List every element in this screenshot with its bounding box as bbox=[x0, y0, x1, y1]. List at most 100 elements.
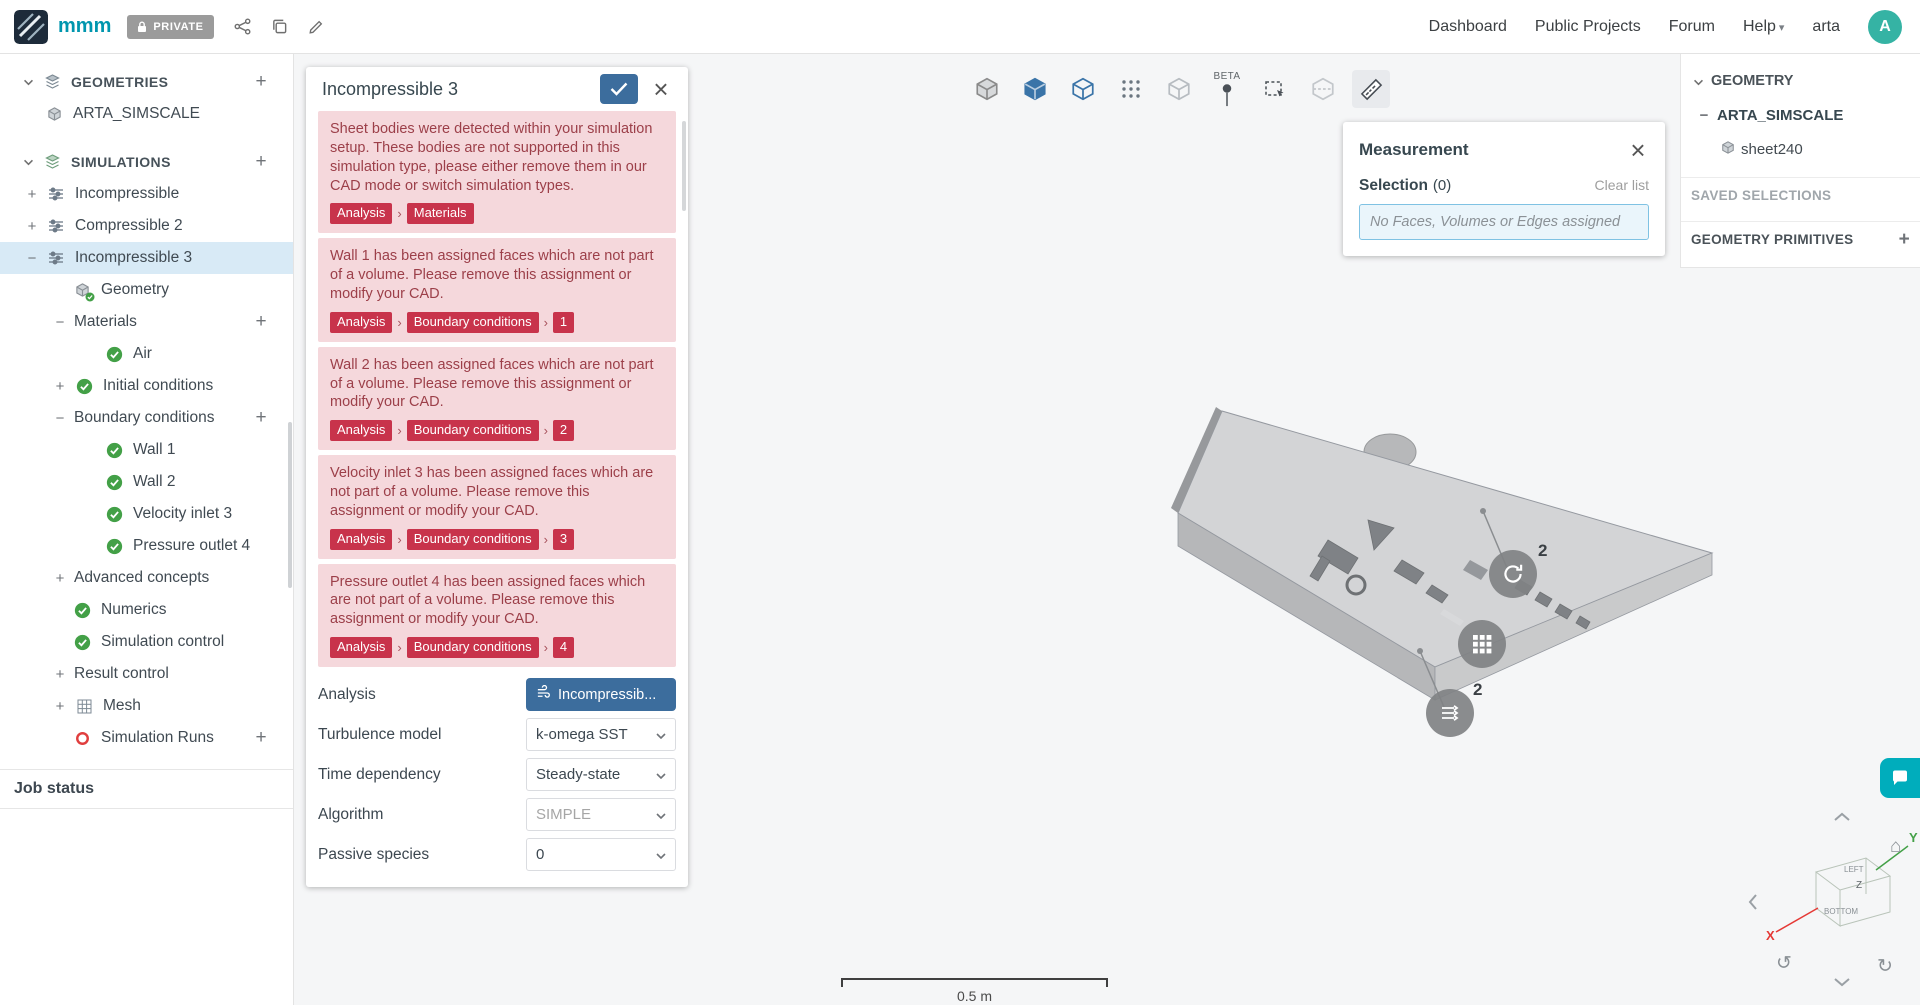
job-status-section[interactable]: Job status bbox=[0, 769, 293, 809]
add-button[interactable]: + bbox=[251, 407, 271, 429]
rotate-ccw-icon[interactable]: ↺ bbox=[1776, 952, 1792, 975]
tree-item-numerics[interactable]: Numerics bbox=[0, 594, 293, 626]
tree-item-simulation-control[interactable]: Simulation control bbox=[0, 626, 293, 658]
tree-item-geometry[interactable]: Geometry bbox=[0, 274, 293, 306]
error-location-badge[interactable]: Analysis bbox=[330, 203, 393, 225]
chat-launcher[interactable] bbox=[1880, 758, 1920, 798]
annotation-badge-flow[interactable] bbox=[1426, 689, 1474, 737]
mesh-points-icon[interactable] bbox=[1112, 70, 1150, 108]
tree-item-pressure-outlet-4[interactable]: Pressure outlet 4 bbox=[0, 530, 293, 562]
tree-item-simulations[interactable]: SIMULATIONS + bbox=[0, 146, 293, 178]
scene-item-sheet[interactable]: sheet240 bbox=[1681, 132, 1920, 166]
view-up-chevron[interactable] bbox=[1833, 812, 1851, 822]
algorithm-select[interactable]: SIMPLE bbox=[526, 798, 676, 832]
tree-item-incompressible[interactable]: + Incompressible bbox=[0, 178, 293, 210]
nav-dashboard[interactable]: Dashboard bbox=[1429, 18, 1507, 36]
share-icon[interactable] bbox=[234, 18, 251, 35]
expand-icon[interactable]: + bbox=[24, 187, 40, 202]
collapse-icon[interactable]: − bbox=[24, 251, 40, 266]
add-button[interactable]: + bbox=[251, 151, 271, 173]
turbulence-model-select[interactable]: k-omega SST bbox=[526, 718, 676, 752]
collapse-icon[interactable]: − bbox=[52, 315, 68, 330]
tree-item-boundary-conditions[interactable]: − Boundary conditions + bbox=[0, 402, 293, 434]
error-location-badge[interactable]: 3 bbox=[552, 528, 575, 550]
expand-icon[interactable]: + bbox=[52, 667, 68, 682]
error-location-badge[interactable]: Analysis bbox=[330, 311, 393, 333]
isometric-view-icon[interactable] bbox=[968, 70, 1006, 108]
tree-item-compressible-2[interactable]: + Compressible 2 bbox=[0, 210, 293, 242]
view-down-chevron[interactable] bbox=[1833, 977, 1851, 987]
app-logo-icon[interactable] bbox=[14, 9, 48, 44]
error-location-badge[interactable]: Boundary conditions bbox=[406, 311, 539, 333]
tree-item-air[interactable]: Air bbox=[0, 338, 293, 370]
clear-list-button[interactable]: Clear list bbox=[1595, 177, 1649, 193]
scene-item-geometry[interactable]: − ARTA_SIMSCALE bbox=[1681, 98, 1920, 132]
apply-button[interactable] bbox=[600, 74, 638, 104]
avatar[interactable]: A bbox=[1868, 9, 1902, 44]
geometry-section-header[interactable]: GEOMETRY bbox=[1681, 64, 1920, 98]
tree-item-mesh[interactable]: + Mesh bbox=[0, 690, 293, 722]
privacy-badge[interactable]: PRIVATE bbox=[127, 14, 214, 39]
transparent-view-icon[interactable] bbox=[1160, 70, 1198, 108]
expand-icon[interactable]: + bbox=[52, 699, 68, 714]
slab-top-face[interactable] bbox=[1177, 410, 1714, 668]
tree-item-materials[interactable]: − Materials + bbox=[0, 306, 293, 338]
chevron-down-icon[interactable] bbox=[20, 159, 36, 166]
selection-input[interactable]: No Faces, Volumes or Edges assigned bbox=[1359, 204, 1649, 240]
error-location-badge[interactable]: Analysis bbox=[330, 420, 393, 442]
tree-item-incompressible-3[interactable]: − Incompressible 3 bbox=[0, 242, 293, 274]
error-location-badge[interactable]: Boundary conditions bbox=[406, 420, 539, 442]
rename-pencil-icon[interactable] bbox=[308, 19, 324, 35]
nav-help[interactable]: Help ▾ bbox=[1743, 18, 1784, 36]
error-location-badge[interactable]: Boundary conditions bbox=[406, 637, 539, 658]
box-select-icon[interactable] bbox=[1256, 70, 1294, 108]
tree-item-wall-2[interactable]: Wall 2 bbox=[0, 466, 293, 498]
nav-public-projects[interactable]: Public Projects bbox=[1535, 18, 1641, 36]
tree-item-velocity-inlet-3[interactable]: Velocity inlet 3 bbox=[0, 498, 293, 530]
time-dependency-select[interactable]: Steady-state bbox=[526, 758, 676, 792]
tree-item-simulation-runs[interactable]: Simulation Runs + bbox=[0, 722, 293, 754]
collapse-icon[interactable]: − bbox=[1697, 107, 1711, 124]
add-button[interactable]: + bbox=[251, 311, 271, 333]
scrollbar-thumb[interactable] bbox=[288, 422, 292, 588]
expand-icon[interactable]: + bbox=[24, 219, 40, 234]
add-primitive-button[interactable]: + bbox=[1899, 229, 1910, 251]
collapse-icon[interactable]: − bbox=[52, 411, 68, 426]
error-location-badge[interactable]: Analysis bbox=[330, 528, 393, 550]
rotate-cw-icon[interactable]: ↻ bbox=[1877, 955, 1893, 978]
add-button[interactable]: + bbox=[251, 71, 271, 93]
analysis-type-button[interactable]: Incompressib... bbox=[526, 678, 676, 712]
scrollbar-thumb[interactable] bbox=[682, 121, 686, 211]
tree-item-initial-conditions[interactable]: + Initial conditions bbox=[0, 370, 293, 402]
tree-item-advanced-concepts[interactable]: + Advanced concepts bbox=[0, 562, 293, 594]
copy-icon[interactable] bbox=[271, 18, 288, 35]
tree-item-arta-simscale[interactable]: ARTA_SIMSCALE bbox=[0, 98, 293, 130]
saved-selections-header[interactable]: SAVED SELECTIONS bbox=[1681, 177, 1920, 213]
close-panel-button[interactable]: × bbox=[646, 74, 676, 104]
close-measurement-button[interactable]: × bbox=[1623, 135, 1653, 165]
tree-item-result-control[interactable]: + Result control bbox=[0, 658, 293, 690]
solid-view-icon[interactable] bbox=[1016, 70, 1054, 108]
add-button[interactable]: + bbox=[251, 727, 271, 749]
passive-species-select[interactable]: 0 bbox=[526, 838, 676, 872]
wireframe-view-icon[interactable] bbox=[1064, 70, 1102, 108]
error-location-badge[interactable]: 2 bbox=[552, 420, 575, 442]
tree-item-wall-1[interactable]: Wall 1 bbox=[0, 434, 293, 466]
nav-forum[interactable]: Forum bbox=[1669, 18, 1715, 36]
clip-plane-icon[interactable] bbox=[1304, 70, 1342, 108]
error-location-badge[interactable]: Boundary conditions bbox=[406, 528, 539, 550]
error-location-badge[interactable]: Materials bbox=[406, 203, 474, 225]
probe-pin-icon[interactable]: BETA bbox=[1208, 70, 1246, 108]
measure-tool-icon[interactable] bbox=[1352, 70, 1390, 108]
view-left-chevron[interactable] bbox=[1748, 893, 1758, 911]
annotation-badge-grid[interactable] bbox=[1458, 620, 1506, 668]
expand-icon[interactable]: + bbox=[52, 571, 68, 586]
error-location-badge[interactable]: 4 bbox=[552, 637, 575, 658]
username-label[interactable]: arta bbox=[1812, 18, 1840, 36]
chevron-down-icon[interactable] bbox=[20, 79, 36, 86]
error-location-badge[interactable]: Analysis bbox=[330, 637, 393, 658]
error-location-badge[interactable]: 1 bbox=[552, 311, 575, 333]
home-view-icon[interactable]: ⌂ bbox=[1890, 836, 1901, 858]
geometry-primitives-header[interactable]: GEOMETRY PRIMITIVES + bbox=[1681, 221, 1920, 257]
expand-icon[interactable]: + bbox=[52, 379, 68, 394]
